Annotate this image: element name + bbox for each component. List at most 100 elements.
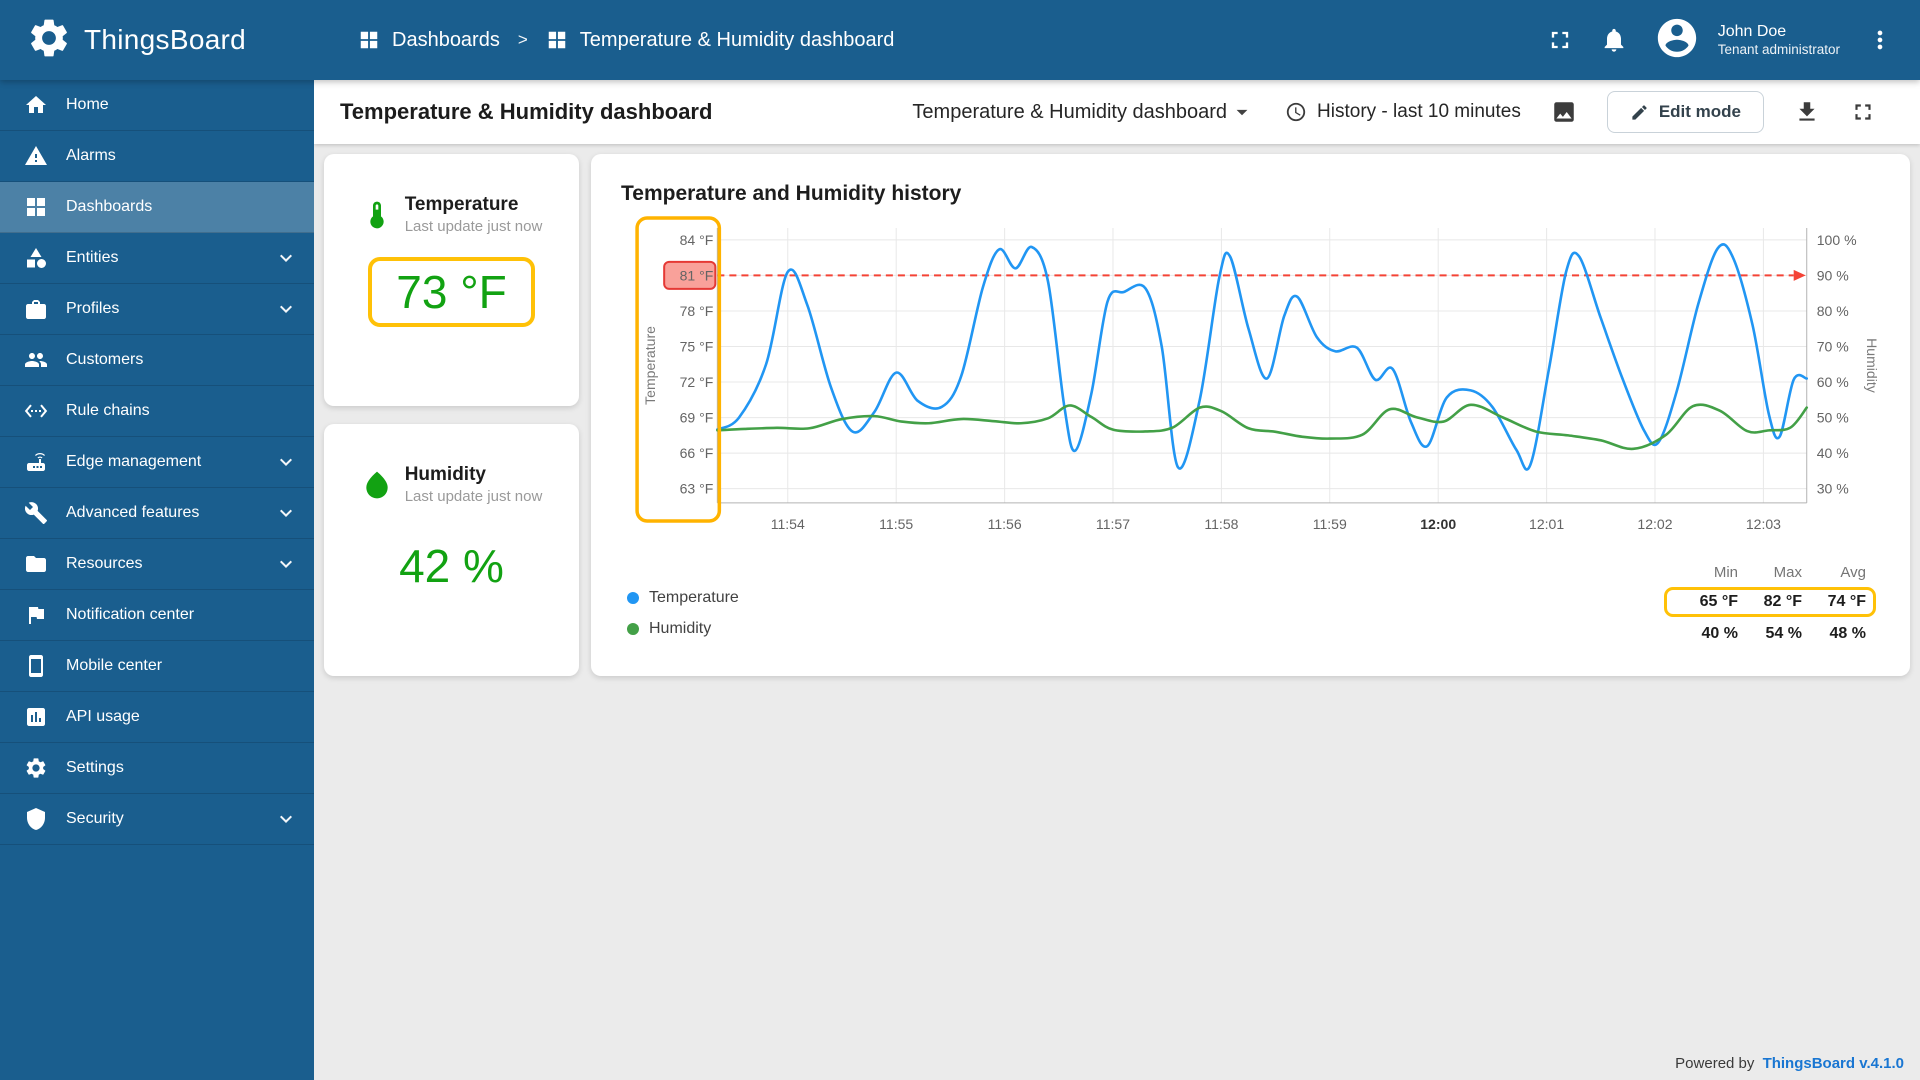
chevron-down-icon: [274, 450, 298, 474]
time-window-button[interactable]: History - last 10 minutes: [1285, 101, 1521, 123]
stats-row-temperature: 65 °F 82 °F 74 °F: [1664, 587, 1876, 618]
chart-title: Temperature and Humidity history: [621, 182, 962, 205]
legend-item-humidity[interactable]: Humidity: [627, 620, 739, 638]
sidebar-item-mobile-center[interactable]: Mobile center: [0, 641, 314, 692]
sidebar-item-label: Mobile center: [66, 657, 163, 674]
dashboard-grid-icon: [546, 29, 568, 51]
chevron-down-icon: [274, 552, 298, 576]
temperature-series-line: [716, 243, 1809, 471]
svg-text:60 %: 60 %: [1817, 374, 1849, 390]
svg-text:Humidity: Humidity: [1864, 338, 1880, 393]
thingsboard-logo-icon: [26, 15, 72, 66]
sidebar-item-label: Rule chains: [66, 402, 150, 419]
pencil-icon: [1632, 104, 1647, 120]
user-info[interactable]: John Doe Tenant administrator: [1718, 22, 1840, 59]
sidebar-item-label: Home: [66, 96, 109, 113]
sidebar-item-api-usage[interactable]: API usage: [0, 692, 314, 743]
svg-text:81 °F: 81 °F: [680, 267, 714, 283]
settings-icon: [24, 756, 48, 780]
chart-legend-row: Temperature Humidity Min Max Avg 65 °F 82 …: [617, 559, 1884, 649]
time-window-label: History - last 10 minutes: [1317, 101, 1521, 122]
chevron-down-icon: [274, 246, 298, 270]
svg-text:12:02: 12:02: [1637, 516, 1672, 532]
dashboard-select[interactable]: Temperature & Humidity dashboard: [912, 99, 1255, 125]
edit-mode-button[interactable]: Edit mode: [1606, 91, 1764, 133]
dashboard-select-value: Temperature & Humidity dashboard: [912, 100, 1228, 123]
svg-text:11:57: 11:57: [1096, 516, 1130, 532]
chevron-down-icon: [274, 501, 298, 525]
chevron-down-icon: [1229, 99, 1255, 125]
thermometer-icon: [361, 199, 393, 231]
header-fullscreen-button[interactable]: [1546, 26, 1574, 54]
sidebar-item-rule-chains[interactable]: Rule chains: [0, 386, 314, 437]
sidebar-item-home[interactable]: Home: [0, 80, 314, 131]
breadcrumb-dashboards[interactable]: Dashboards: [358, 29, 500, 52]
background-image-button[interactable]: [1551, 99, 1577, 125]
breadcrumb-current[interactable]: Temperature & Humidity dashboard: [546, 29, 894, 52]
sidebar-item-security[interactable]: Security: [0, 794, 314, 845]
advanced-icon: [24, 501, 48, 525]
legend-label: Humidity: [649, 620, 712, 638]
version-link[interactable]: ThingsBoard v.4.1.0: [1763, 1055, 1904, 1072]
notifications-bell-button[interactable]: [1600, 26, 1628, 54]
dashboards-icon: [24, 195, 48, 219]
security-icon: [24, 807, 48, 831]
svg-text:50 %: 50 %: [1817, 410, 1849, 426]
svg-text:30 %: 30 %: [1817, 481, 1849, 497]
dashboards-grid-icon: [358, 29, 380, 51]
svg-text:78 °F: 78 °F: [680, 303, 714, 319]
temperature-value-highlight-box: 73 °F: [368, 257, 535, 327]
sidebar-item-settings[interactable]: Settings: [0, 743, 314, 794]
powered-by-label: Powered by: [1675, 1055, 1755, 1072]
legend-label: Temperature: [649, 589, 739, 607]
temperature-card: Temperature Last update just now 73 °F: [324, 154, 579, 406]
sidebar-item-alarms[interactable]: Alarms: [0, 131, 314, 182]
sidebar-item-dashboards[interactable]: Dashboards: [0, 182, 314, 233]
entities-icon: [24, 246, 48, 270]
sidebar-item-label: Advanced features: [66, 504, 200, 521]
widget-column: Temperature Last update just now 73 °F H…: [324, 154, 579, 676]
svg-text:40 %: 40 %: [1817, 445, 1849, 461]
sidebar-item-label: Entities: [66, 249, 119, 266]
footer: Powered by ThingsBoard v.4.1.0: [1675, 1055, 1904, 1072]
svg-text:66 °F: 66 °F: [680, 445, 714, 461]
dashboard-page-title: Temperature & Humidity dashboard: [340, 99, 713, 124]
sidebar-item-label: Dashboards: [66, 198, 153, 215]
temperature-card-subtitle: Last update just now: [404, 218, 543, 235]
app-logo[interactable]: ThingsBoard: [0, 15, 314, 66]
svg-text:69 °F: 69 °F: [680, 410, 714, 426]
history-chart: 84 °F 81 °F 78 °F 75 °F 72 °F 69 °F 66 °F 63 °F…: [635, 216, 1880, 532]
sidebar-item-resources[interactable]: Resources: [0, 539, 314, 590]
rule-chains-icon: [24, 399, 48, 423]
more-menu-button[interactable]: [1866, 26, 1894, 54]
svg-text:84 °F: 84 °F: [680, 232, 714, 248]
sidebar-item-label: Profiles: [66, 300, 120, 317]
edit-mode-label: Edit mode: [1658, 102, 1741, 121]
sidebar-item-edge-management[interactable]: Edge management: [0, 437, 314, 488]
legend-item-temperature[interactable]: Temperature: [627, 589, 739, 607]
top-header: ThingsBoard Dashboards > Temperature & H…: [0, 0, 1920, 80]
profiles-icon: [24, 297, 48, 321]
toolbar-fullscreen-button[interactable]: [1850, 99, 1876, 125]
legend-stats-table: Min Max Avg 65 °F 82 °F 74 °F 40 % 54 % 48 %: [1664, 559, 1876, 649]
sidebar-item-advanced-features[interactable]: Advanced features: [0, 488, 314, 539]
breadcrumb-separator: >: [517, 30, 528, 49]
user-avatar[interactable]: [1654, 15, 1700, 66]
sidebar-item-entities[interactable]: Entities: [0, 233, 314, 284]
sidebar-item-label: API usage: [66, 708, 140, 725]
home-icon: [24, 93, 48, 117]
notification-icon: [24, 603, 48, 627]
humidity-value: 42 %: [399, 540, 504, 592]
history-chart-card: Temperature and Humidity history 84 °F 81…: [591, 154, 1910, 676]
dashboard-canvas: Temperature Last update just now 73 °F H…: [314, 144, 1920, 1080]
chart-legend: Temperature Humidity: [627, 559, 739, 638]
header-actions: John Doe Tenant administrator: [1546, 15, 1920, 66]
svg-text:63 °F: 63 °F: [680, 481, 714, 497]
svg-text:Temperature: Temperature: [642, 326, 658, 405]
sidebar-item-notification-center[interactable]: Notification center: [0, 590, 314, 641]
download-button[interactable]: [1794, 99, 1820, 125]
resources-icon: [24, 552, 48, 576]
svg-text:11:59: 11:59: [1313, 516, 1347, 532]
sidebar-item-customers[interactable]: Customers: [0, 335, 314, 386]
sidebar-item-profiles[interactable]: Profiles: [0, 284, 314, 335]
